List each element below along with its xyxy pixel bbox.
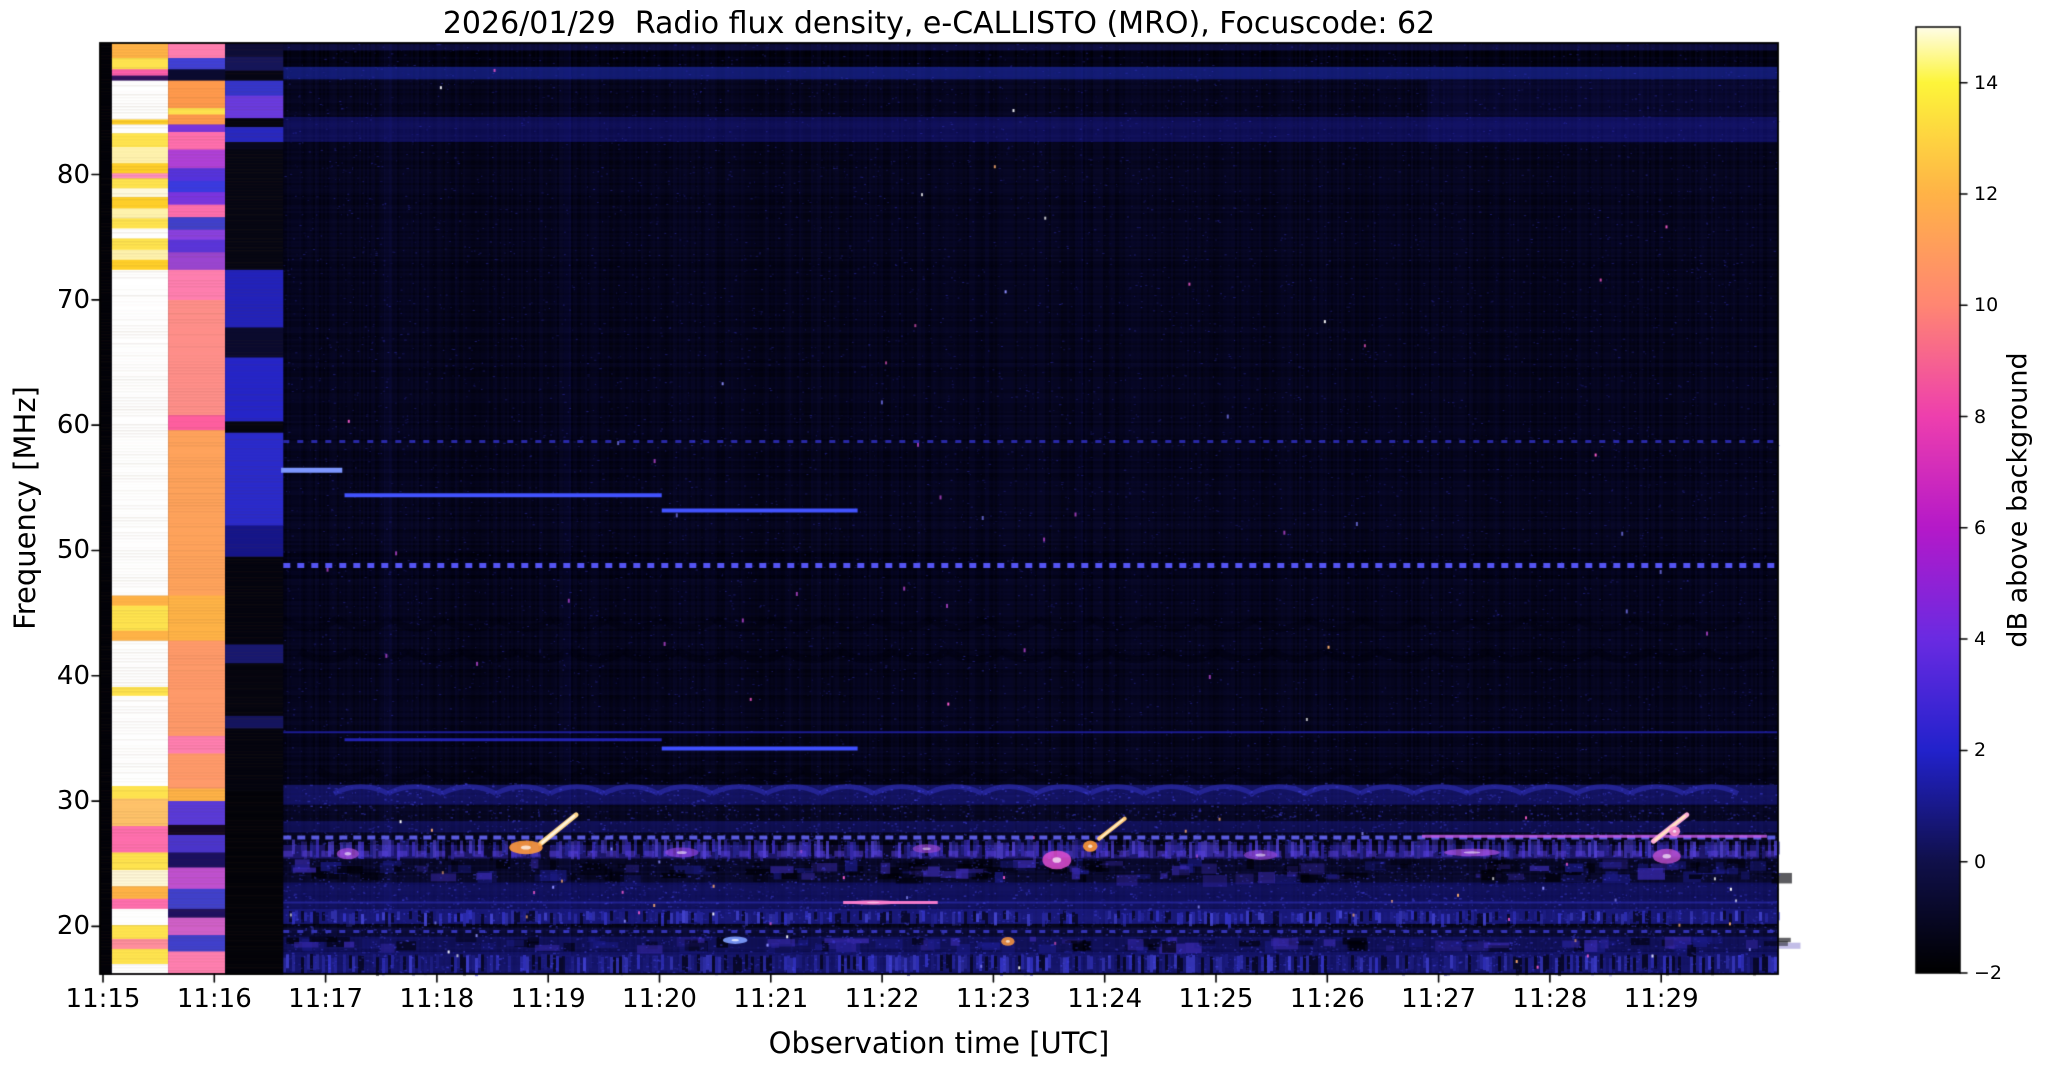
x-tick-label: 11:23 (955, 984, 1031, 1014)
y-tick-label: 20 (56, 911, 90, 942)
x-tick-label: 11:18 (399, 984, 475, 1014)
spectrogram-canvas (0, 0, 2047, 1067)
y-tick-label: 50 (56, 535, 90, 566)
x-tick-label: 11:21 (733, 984, 809, 1014)
colorbar-label: dB above background (2002, 352, 2034, 648)
x-tick-label: 11:22 (844, 984, 920, 1014)
x-tick-label: 11:16 (176, 984, 252, 1014)
x-tick-label: 11:17 (288, 984, 364, 1014)
colorbar-tick-label: −2 (1974, 962, 2003, 984)
x-tick-label: 11:28 (1512, 984, 1588, 1014)
chart-title: 2026/01/29 Radio flux density, e-CALLIST… (442, 6, 1436, 41)
colorbar-tick-label: 8 (1974, 405, 1987, 428)
y-axis-label: Frequency [MHz] (8, 386, 42, 630)
x-tick-label: 11:19 (510, 984, 586, 1014)
colorbar-tick-label: 10 (1974, 294, 1999, 317)
x-axis-label: Observation time [UTC] (768, 1026, 1110, 1060)
colorbar-tick-label: 12 (1974, 182, 1999, 205)
x-tick-label: 11:24 (1067, 984, 1143, 1014)
colorbar-tick-label: 0 (1974, 850, 1987, 873)
y-tick-label: 40 (56, 660, 90, 691)
colorbar-tick-label: 14 (1974, 71, 1999, 94)
spectrogram-figure: 2026/01/29 Radio flux density, e-CALLIST… (0, 0, 2047, 1067)
y-tick-label: 80 (56, 159, 90, 190)
x-tick-label: 11:15 (65, 984, 141, 1014)
y-tick-label: 30 (56, 786, 90, 817)
colorbar-tick-label: 2 (1974, 739, 1987, 762)
colorbar-tick-label: 4 (1974, 628, 1987, 651)
y-tick-label: 70 (56, 284, 90, 315)
x-tick-label: 11:27 (1401, 984, 1477, 1014)
x-tick-label: 11:25 (1178, 984, 1254, 1014)
x-tick-label: 11:29 (1623, 984, 1699, 1014)
x-tick-label: 11:20 (622, 984, 697, 1014)
colorbar-tick-label: 6 (1974, 516, 1987, 539)
y-tick-label: 60 (56, 410, 90, 441)
x-tick-label: 11:26 (1289, 984, 1365, 1014)
